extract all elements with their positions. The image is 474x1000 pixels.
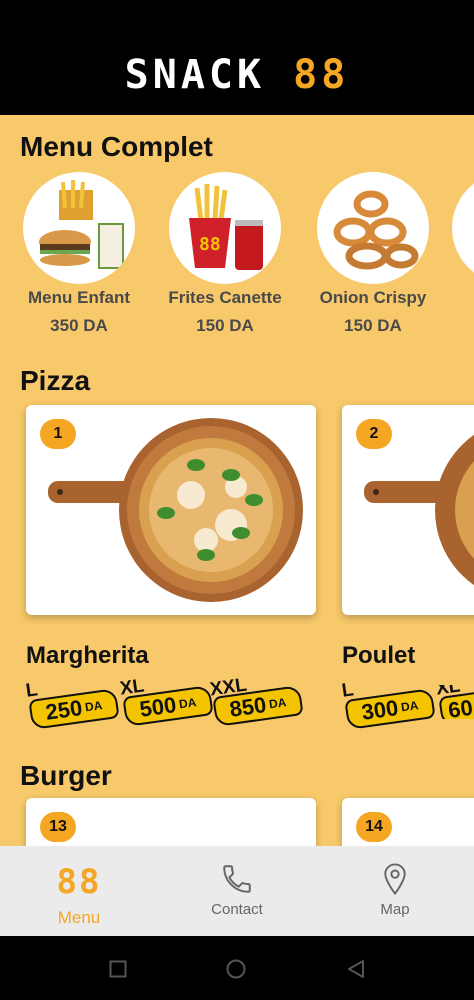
section-title-pizza: Pizza [20, 365, 91, 396]
margherita-image [48, 418, 303, 602]
combo-item-onion-crispy[interactable]: Onion Crispy 150 DA [303, 172, 443, 336]
nav-item-menu[interactable]: 88 Menu [0, 846, 158, 936]
nav-item-contact[interactable]: Contact [158, 846, 316, 936]
system-navigation-bar [0, 936, 474, 1000]
map-pin-icon [384, 863, 406, 896]
app-logo: SNACK 88 [124, 52, 350, 98]
pizza-name-poulet: Poulet [342, 642, 416, 669]
main-content[interactable]: Menu Complet Menu Enfant 350 DA 88 Frite… [0, 115, 474, 846]
frites-canette-image: 88 [169, 172, 281, 284]
pizza-name-margherita: Margherita [26, 642, 149, 669]
pizza-card-margherita[interactable]: 1 [26, 405, 316, 615]
bottom-navigation: 88 Menu Contact Map [0, 846, 474, 936]
size-price-xxl[interactable]: XXL 850 DA [209, 675, 304, 727]
burger-card-13[interactable]: 13 [26, 798, 316, 846]
size-price-l-poulet[interactable]: L 300 DA [341, 679, 436, 730]
combo-item-menu-enfant[interactable]: Menu Enfant 350 DA [9, 172, 149, 336]
onion-crispy-image [317, 172, 429, 284]
pizza-card-poulet[interactable]: 2 [342, 405, 474, 615]
combo-item-partial[interactable] [452, 172, 474, 284]
combo-item-frites-canette[interactable]: 88 Frites Canette 150 DA [155, 172, 295, 336]
home-icon[interactable] [226, 959, 246, 979]
phone-icon [223, 865, 251, 893]
recent-apps-icon[interactable] [109, 960, 127, 978]
size-price-l[interactable]: L 250 DA [25, 679, 120, 730]
svg-text:88: 88 [199, 234, 221, 255]
size-price-xl-poulet[interactable]: XL 60 [436, 685, 474, 719]
poulet-image [364, 434, 474, 586]
section-title-burger: Burger [20, 760, 112, 791]
item-number-badge: 13 [40, 812, 76, 842]
logo-88-icon: 88 [56, 862, 102, 902]
section-title-menu-complet: Menu Complet [20, 131, 213, 162]
back-icon[interactable] [346, 959, 366, 979]
nav-item-map[interactable]: Map [316, 846, 474, 936]
burger-card-14[interactable]: 14 [342, 798, 474, 846]
menu-enfant-image [23, 172, 135, 284]
app-header: SNACK 88 [0, 0, 474, 115]
size-price-xl[interactable]: XL 500 DA [119, 675, 214, 727]
item-number-badge: 14 [356, 812, 392, 842]
